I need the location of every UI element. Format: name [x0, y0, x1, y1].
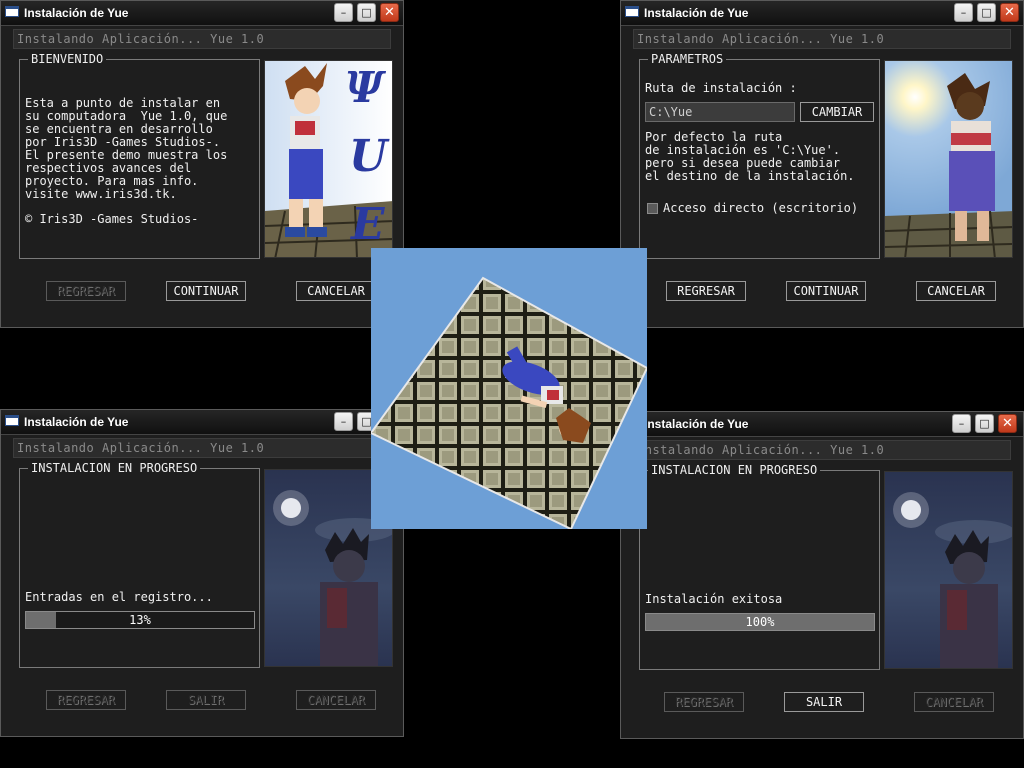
night-illustration	[893, 492, 1012, 668]
window-icon	[5, 6, 19, 17]
close-button[interactable]: ✕	[1000, 3, 1019, 22]
back-button[interactable]: REGRESAR	[666, 281, 746, 301]
night-character-art	[884, 471, 1013, 669]
progress-bar: 13%	[25, 611, 255, 629]
title-bar[interactable]: Instalación de Yue – □ ✕	[1, 1, 403, 26]
complete-group: INSTALACION EN PROGRESO Instalación exit…	[639, 463, 880, 670]
install-path-field[interactable]: C:\Yue	[645, 102, 795, 122]
window-title: Instalación de Yue	[24, 6, 129, 20]
cancel-button[interactable]: CANCELAR	[914, 692, 994, 712]
window-title: Instalación de Yue	[644, 417, 749, 431]
close-button[interactable]: ✕	[380, 3, 399, 22]
minimize-button[interactable]: –	[954, 3, 973, 22]
progress-bar: 100%	[645, 613, 875, 631]
close-button[interactable]: ✕	[998, 414, 1017, 433]
cancel-button[interactable]: CANCELAR	[296, 281, 376, 301]
installer-window-complete: Instalación de Yue – □ ✕ Instalando Apli…	[620, 411, 1024, 739]
installer-window-parameters: Instalación de Yue – □ ✕ Instalando Apli…	[620, 0, 1024, 328]
title-bar[interactable]: Instalación de Yue – □	[1, 410, 403, 435]
back-button[interactable]: REGRESAR	[664, 692, 744, 712]
welcome-text: Esta a punto de instalar en su computado…	[25, 96, 228, 201]
logo-letter-psi: Ψ	[345, 63, 384, 112]
tiled-floor-render	[371, 248, 647, 529]
welcome-group: BIENVENIDO Esta a punto de instalar en s…	[19, 52, 260, 259]
exit-button[interactable]: SALIR	[784, 692, 864, 712]
installer-window-welcome: Instalación de Yue – □ ✕ Instalando Apli…	[0, 0, 404, 328]
progress-percent: 13%	[129, 613, 151, 627]
parameters-group: PARAMETROS Ruta de instalación : C:\Yue …	[639, 52, 880, 259]
title-bar[interactable]: Instalación de Yue – □ ✕	[621, 1, 1023, 26]
back-button[interactable]: REGRESAR	[46, 690, 126, 710]
back-button[interactable]: REGRESAR	[46, 281, 126, 301]
window-title: Instalación de Yue	[644, 6, 749, 20]
progress-group: INSTALACION EN PROGRESO Entradas en el r…	[19, 461, 260, 668]
group-title: INSTALACION EN PROGRESO	[648, 463, 821, 477]
group-title: PARAMETROS	[648, 52, 727, 66]
install-banner: Instalando Aplicación... Yue 1.0	[633, 29, 1011, 49]
progress-status: Entradas en el registro...	[25, 590, 213, 604]
path-label: Ruta de instalación :	[645, 81, 797, 95]
continue-button[interactable]: CONTINUAR	[166, 281, 246, 301]
copyright-text: © Iris3D -Games Studios-	[25, 212, 199, 226]
desktop-shortcut-checkbox[interactable]	[647, 203, 658, 214]
window-icon	[625, 6, 639, 17]
change-path-button[interactable]: CAMBIAR	[800, 102, 874, 122]
minimize-button[interactable]: –	[334, 412, 353, 431]
window-icon	[5, 415, 19, 426]
group-title: BIENVENIDO	[28, 52, 107, 66]
minimize-button[interactable]: –	[334, 3, 353, 22]
game-3d-preview	[371, 248, 647, 529]
complete-status: Instalación exitosa	[645, 592, 783, 606]
logo-letter-u: U	[349, 131, 388, 182]
progress-percent: 100%	[745, 615, 775, 629]
continue-button[interactable]: CONTINUAR	[786, 281, 866, 301]
cancel-button[interactable]: CANCELAR	[916, 281, 996, 301]
minimize-button[interactable]: –	[952, 414, 971, 433]
maximize-button[interactable]: □	[357, 3, 376, 22]
exit-button[interactable]: SALIR	[166, 690, 246, 710]
cancel-button[interactable]: CANCELAR	[296, 690, 376, 710]
desktop-shortcut-label[interactable]: Acceso directo (escritorio)	[663, 202, 858, 215]
default-path-text: Por defecto la ruta de instalación es 'C…	[645, 130, 855, 183]
logo-letter-e: E	[351, 199, 385, 250]
title-bar[interactable]: Instalación de Yue – □ ✕	[621, 412, 1023, 437]
character-logo-art: Ψ U E	[264, 60, 393, 258]
installer-window-progress: Instalación de Yue – □ Instalando Aplica…	[0, 409, 404, 737]
maximize-button[interactable]: □	[975, 414, 994, 433]
maximize-button[interactable]: □	[977, 3, 996, 22]
group-title: INSTALACION EN PROGRESO	[28, 461, 201, 475]
install-banner: Instalando Aplicación... Yue 1.0	[633, 440, 1011, 460]
character-back-illustration	[885, 73, 1012, 257]
install-banner: Instalando Aplicación... Yue 1.0	[13, 438, 391, 458]
install-banner: Instalando Aplicación... Yue 1.0	[13, 29, 391, 49]
window-title: Instalación de Yue	[24, 415, 129, 429]
character-back-art	[884, 60, 1013, 258]
